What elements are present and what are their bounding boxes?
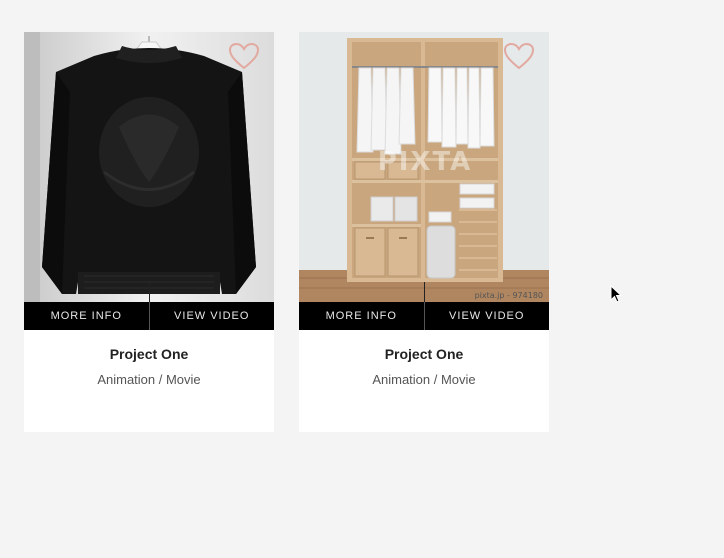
watermark-caption: pixta.jp - 974180: [475, 291, 543, 300]
mouse-pointer-icon: [610, 285, 622, 303]
project-card: PIXTA pixta.jp - 974180 MORE INFO VIEW V…: [299, 32, 549, 432]
more-info-button[interactable]: MORE INFO: [299, 302, 424, 330]
project-title: Project One: [109, 346, 189, 362]
project-title: Project One: [384, 346, 464, 362]
card-action-bar: MORE INFO VIEW VIDEO: [299, 282, 550, 330]
heart-outline-icon[interactable]: [503, 42, 535, 70]
view-video-button[interactable]: VIEW VIDEO: [150, 302, 275, 330]
watermark-text: PIXTA: [378, 147, 473, 177]
heart-outline-icon[interactable]: [228, 42, 260, 70]
project-card: MORE INFO VIEW VIDEO Project One Animati…: [24, 32, 274, 432]
jacket-image: [24, 32, 274, 302]
project-category: Animation / Movie: [372, 372, 476, 387]
project-thumbnail[interactable]: PIXTA pixta.jp - 974180: [299, 32, 549, 302]
project-category: Animation / Movie: [97, 372, 201, 387]
card-action-bar: MORE INFO VIEW VIDEO: [24, 282, 275, 330]
view-video-button[interactable]: VIEW VIDEO: [425, 302, 550, 330]
wardrobe-image: PIXTA pixta.jp - 974180: [299, 32, 549, 302]
project-thumbnail[interactable]: [24, 32, 274, 302]
more-info-button[interactable]: MORE INFO: [24, 302, 149, 330]
action-divider-line: [149, 282, 150, 302]
action-divider-line: [424, 282, 425, 302]
